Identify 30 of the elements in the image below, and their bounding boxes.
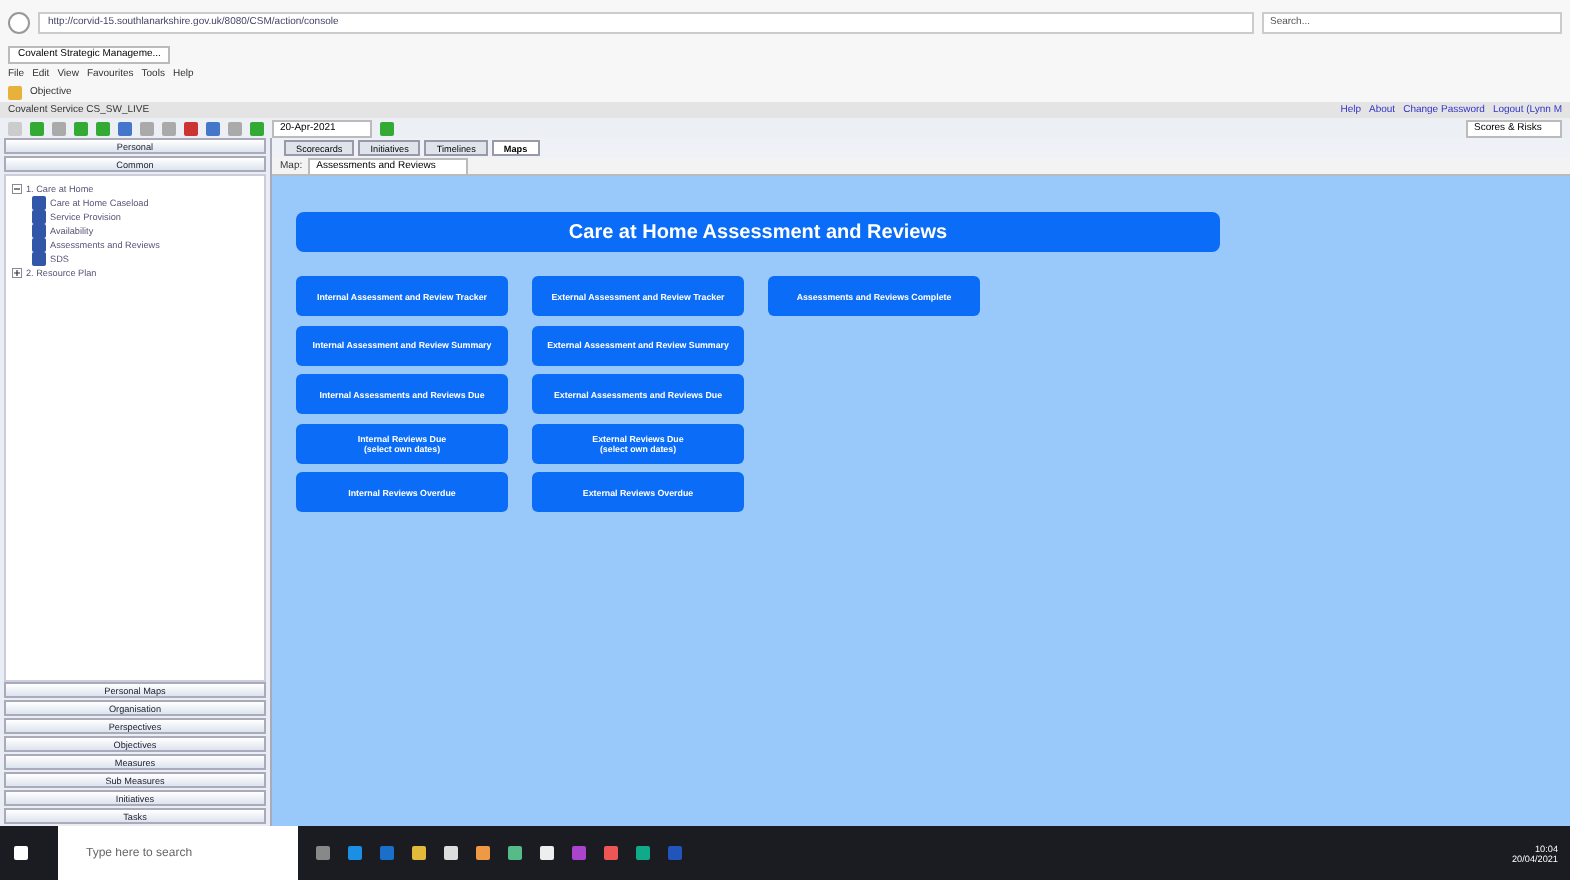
square-icon[interactable] (96, 121, 110, 135)
square-icon[interactable] (184, 121, 198, 135)
app-icon[interactable] (668, 846, 682, 860)
square-icon[interactable] (140, 121, 154, 135)
app-icon[interactable] (412, 846, 426, 860)
app-icon[interactable] (540, 846, 554, 860)
app-icon[interactable] (444, 846, 458, 860)
app-icon[interactable] (380, 846, 394, 860)
app-icon[interactable] (316, 846, 330, 860)
square-icon[interactable] (52, 121, 66, 135)
back-button[interactable] (8, 11, 30, 33)
app-icon[interactable] (508, 846, 522, 860)
windows-icon[interactable] (13, 846, 27, 860)
square-icon[interactable] (74, 121, 88, 135)
square-icon[interactable] (206, 121, 220, 135)
app-icon[interactable] (604, 846, 618, 860)
collapse-icon[interactable] (12, 183, 22, 193)
square-icon[interactable] (380, 121, 394, 135)
favourite-icon (8, 85, 22, 99)
app-icon[interactable] (476, 846, 490, 860)
expand-icon[interactable] (12, 267, 22, 277)
map-title: Care at Home Assessment and Reviews (296, 212, 1220, 252)
square-icon[interactable] (162, 121, 176, 135)
square-icon[interactable] (250, 121, 264, 135)
app-icon[interactable] (636, 846, 650, 860)
square-icon[interactable] (228, 121, 242, 135)
square-icon[interactable] (118, 121, 132, 135)
app-icon[interactable] (572, 846, 586, 860)
square-icon[interactable] (30, 121, 44, 135)
app-icon[interactable] (348, 846, 362, 860)
